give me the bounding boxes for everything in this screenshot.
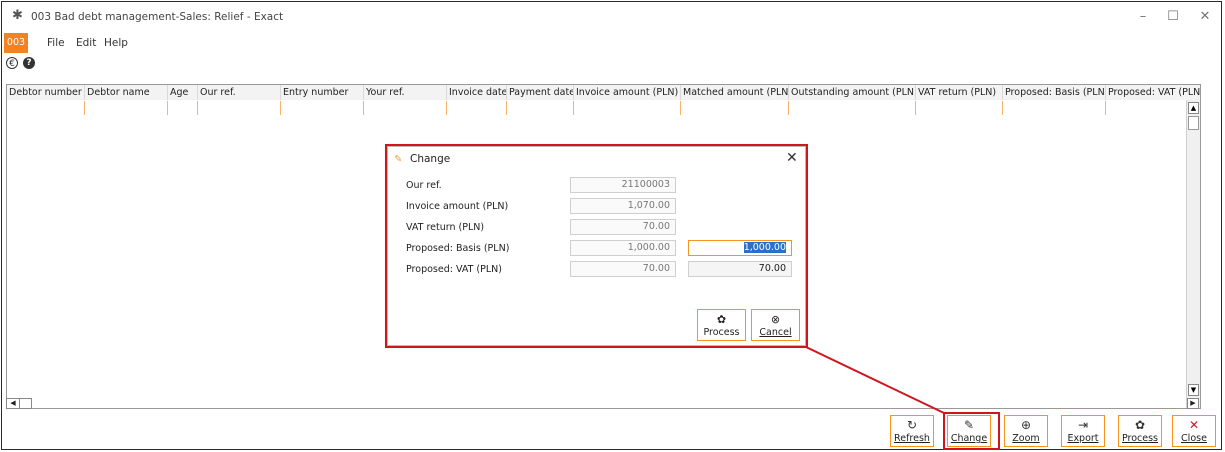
process-button[interactable]: ✿ Process — [1118, 415, 1162, 447]
proposed-vat-input-text: 70.00 — [758, 263, 786, 274]
col-matched-amount[interactable]: Matched amount (PLN) — [681, 85, 789, 100]
cell-proposed-vat: 70.00 — [1106, 101, 1188, 115]
gear-icon: ✿ — [716, 313, 727, 326]
col-entry-number[interactable]: Entry number — [281, 85, 364, 100]
refresh-button[interactable]: ↻ Refresh — [890, 415, 934, 447]
col-proposed-basis[interactable]: Proposed: Basis (PLN) — [1003, 85, 1106, 100]
col-age[interactable]: Age — [168, 85, 198, 100]
scroll-left-icon[interactable]: ◀ — [7, 399, 20, 408]
change-button[interactable]: ✎ Change — [947, 415, 991, 447]
col-invoice-amount[interactable]: Invoice amount (PLN) — [574, 85, 681, 100]
gear-icon: ✿ — [1134, 418, 1146, 432]
cell-outstanding-amount: 1,070.00 — [789, 101, 916, 115]
menu-file[interactable]: File — [47, 37, 65, 49]
dialog-process-button[interactable]: ✿ Process — [697, 309, 746, 341]
cell-entry-number: 21100003 — [281, 101, 364, 115]
export-icon: ⇥ — [1077, 418, 1089, 432]
process-label: Process — [1121, 433, 1159, 444]
label-our-ref: Our ref. — [406, 180, 442, 191]
cell-debtor-name: Lee International G — [85, 101, 168, 115]
col-invoice-date[interactable]: Invoice date — [447, 85, 507, 100]
close-label: Close — [1181, 433, 1207, 444]
proposed-vat-field: 70.00 — [570, 261, 676, 277]
edit-pencil-icon: ✎ — [394, 154, 403, 165]
minimize-button[interactable]: – — [1128, 6, 1158, 28]
zoom-button[interactable]: ⊕ Zoom — [1004, 415, 1048, 447]
change-label: Change — [950, 433, 988, 444]
proposed-basis-input[interactable]: 1,000.00 — [688, 240, 792, 256]
col-outstanding-amount[interactable]: Outstanding amount (PLN) — [789, 85, 916, 100]
title-bar: ✱ 003 Bad debt management-Sales: Relief … — [2, 2, 1221, 32]
scroll-up-icon[interactable]: ▲ — [1188, 102, 1199, 114]
cell-our-ref: 21100003 — [198, 101, 281, 115]
proposed-vat-input[interactable]: 70.00 — [688, 261, 792, 277]
zoom-label: Zoom — [1012, 433, 1040, 444]
export-button[interactable]: ⇥ Export — [1061, 415, 1105, 447]
cell-invoice-amount: 1,070.00 — [574, 101, 681, 115]
cell-payment-date — [507, 101, 574, 115]
dialog-title: Change — [410, 153, 451, 165]
scroll-down-icon[interactable]: ▼ — [1188, 384, 1199, 396]
zoom-icon: ⊕ — [1020, 418, 1032, 432]
cell-debtor-number: 2002 — [7, 101, 85, 115]
cell-proposed-basis: 1,000.00 — [1003, 101, 1106, 115]
cell-your-ref: 2002-21100003 — [364, 101, 447, 115]
currency-icon[interactable]: € — [6, 57, 18, 69]
label-proposed-vat: Proposed: VAT (PLN) — [406, 264, 502, 275]
col-debtor-number[interactable]: Debtor number — [7, 85, 85, 100]
menu-edit[interactable]: Edit — [76, 37, 96, 49]
col-payment-date[interactable]: Payment date — [507, 85, 574, 100]
label-vat-return: VAT return (PLN) — [406, 222, 485, 233]
proposed-basis-input-text: 1,000.00 — [743, 242, 786, 253]
col-your-ref[interactable]: Your ref. — [364, 85, 447, 100]
cell-matched-amount: 0.00 — [681, 101, 789, 115]
cancel-icon: ⊗ — [770, 313, 781, 326]
menu-help[interactable]: Help — [104, 37, 128, 49]
dialog-cancel-button[interactable]: ⊗ Cancel — [751, 309, 800, 341]
cell-invoice-date: 01-Aug-21 — [447, 101, 507, 115]
refresh-label: Refresh — [894, 433, 930, 444]
col-vat-return[interactable]: VAT return (PLN) — [916, 85, 1003, 100]
refresh-icon: ↻ — [906, 418, 918, 432]
dialog-cancel-label: Cancel — [759, 327, 792, 338]
dialog-close-icon[interactable]: ✕ — [786, 150, 798, 166]
proposed-basis-field: 1,000.00 — [570, 240, 676, 256]
change-dialog: ✎ Change ✕ Our ref. Invoice amount (PLN)… — [387, 146, 806, 346]
window-title: 003 Bad debt management-Sales: Relief - … — [31, 11, 284, 23]
vat-return-field: 70.00 — [570, 219, 676, 235]
close-button[interactable]: ✕ Close — [1172, 415, 1216, 447]
col-debtor-name[interactable]: Debtor name — [85, 85, 168, 100]
company-badge[interactable]: 003 — [4, 33, 28, 53]
help-icon[interactable]: ? — [23, 57, 35, 69]
horizontal-scrollbar[interactable]: ◀ — [6, 398, 32, 409]
cell-vat-return: 70.00 — [916, 101, 1003, 115]
scroll-thumb[interactable] — [1188, 116, 1199, 130]
cell-age: 410 — [168, 101, 198, 115]
our-ref-field: 21100003 — [570, 177, 676, 193]
label-proposed-basis: Proposed: Basis (PLN) — [406, 243, 510, 254]
maximize-button[interactable]: ☐ — [1158, 6, 1188, 28]
pencil-icon: ✎ — [963, 418, 975, 432]
close-window-button[interactable]: ✕ — [1190, 6, 1220, 28]
col-proposed-vat[interactable]: Proposed: VAT (PLN) — [1106, 85, 1200, 100]
label-invoice-amount: Invoice amount (PLN) — [406, 201, 509, 212]
menu-bar: 003 File Edit Help — [2, 33, 1221, 53]
export-label: Export — [1067, 433, 1099, 444]
vertical-scrollbar[interactable]: ▲ ▼ — [1186, 100, 1200, 408]
gear-icon: ✱ — [12, 8, 23, 23]
dialog-process-label: Process — [703, 327, 740, 338]
invoice-amount-field: 1,070.00 — [570, 198, 676, 214]
col-our-ref[interactable]: Our ref. — [198, 85, 281, 100]
close-icon: ✕ — [1188, 418, 1200, 432]
scroll-right-icon[interactable]: ▶ — [1187, 398, 1199, 409]
